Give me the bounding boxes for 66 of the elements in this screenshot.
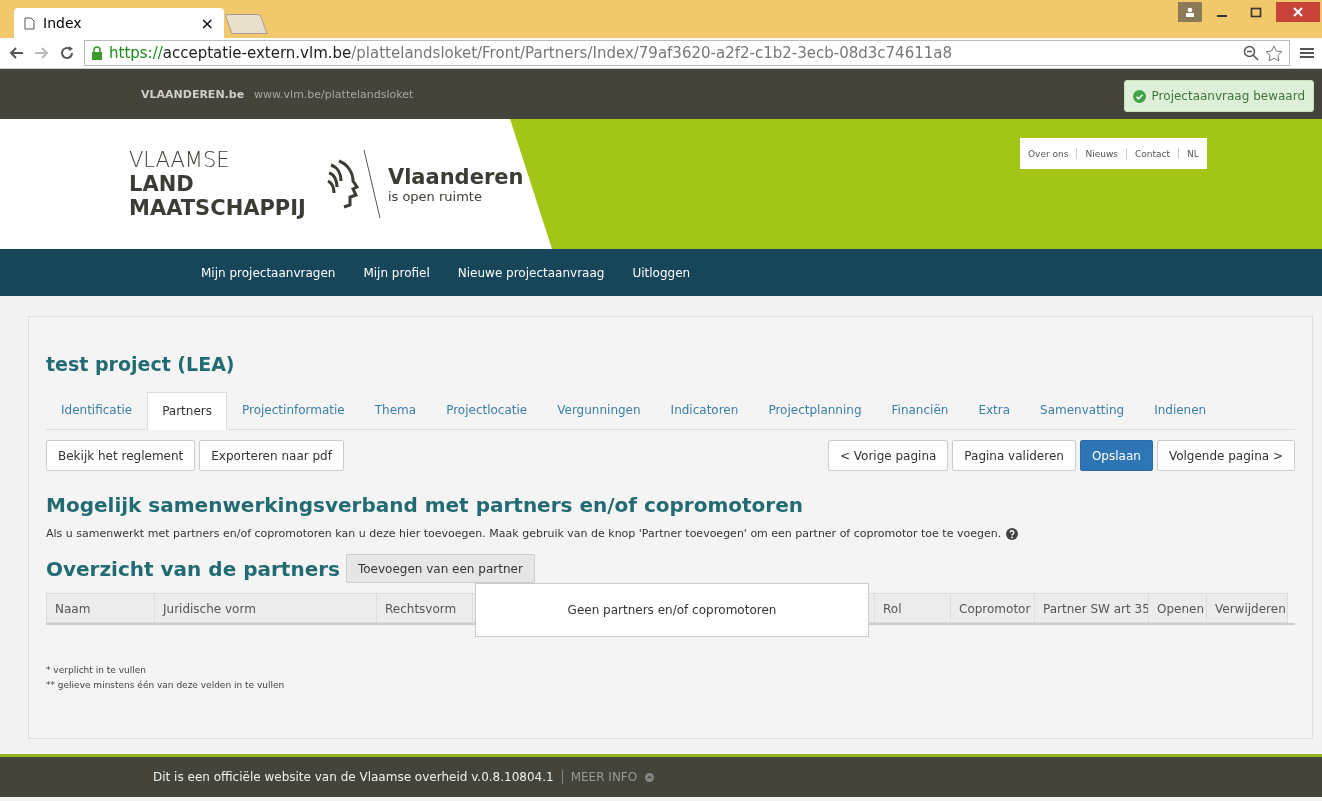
footnote: ** gelieve minstens één van deze velden in te vullen [46, 679, 286, 693]
add-partner-button[interactable]: Toevoegen van een partner [345, 554, 535, 583]
menu-icon[interactable] [1300, 46, 1314, 60]
page-button[interactable]: Volgende pagina > [1156, 440, 1295, 471]
check-circle-icon [1132, 89, 1146, 103]
tab[interactable]: Projectlocatie [431, 391, 543, 429]
column-header: Copromotor [950, 593, 1034, 623]
tab[interactable]: Vergunningen [542, 391, 656, 429]
column-header: Rol [874, 593, 950, 623]
column-header: Verwijderen [1206, 593, 1288, 623]
tagline: is open ruimte [387, 188, 483, 204]
tab[interactable]: Identificatie [46, 391, 148, 429]
nav-link[interactable]: Nieuwe projectaanvraag [457, 265, 605, 280]
footer-text: Dit is een officiële website van de Vlaamse overheid v.0.8.10804.1 [153, 770, 554, 784]
browser-tab[interactable]: Index × [14, 8, 224, 38]
chevron-up-icon[interactable] [645, 772, 655, 782]
vlm-logo[interactable]: VLAAMSE LAND MAATSCHAPPIJ [129, 147, 306, 221]
action-button[interactable]: Bekijk het reglement [46, 440, 196, 471]
utility-link[interactable]: Nieuws [1085, 148, 1118, 159]
reload-icon[interactable] [60, 46, 74, 60]
close-icon[interactable] [1276, 2, 1320, 22]
tab[interactable]: Financiën [876, 391, 964, 429]
column-header: Openen [1148, 593, 1206, 623]
utility-link[interactable]: Contact [1134, 148, 1170, 159]
nav-link[interactable]: Mijn profiel [363, 265, 430, 280]
help-icon[interactable] [1006, 527, 1019, 540]
back-icon[interactable] [8, 46, 24, 60]
zoom-icon[interactable] [1243, 45, 1259, 61]
tab[interactable]: Indienen [1139, 391, 1222, 429]
brand-link[interactable]: VLAANDEREN.be [141, 87, 245, 101]
column-header: Naam [46, 593, 154, 623]
page-button[interactable]: Pagina valideren [952, 440, 1076, 471]
tab[interactable]: Projectinformatie [227, 391, 360, 429]
toast-message: Projectaanvraag bewaard [1151, 89, 1305, 103]
user-icon[interactable] [1178, 2, 1202, 22]
action-button[interactable]: Exporteren naar pdf [199, 440, 344, 471]
url-field[interactable]: https://acceptatie-extern.vlm.be/plattelandsloket/Front/Partners/Index/79af3620-a2f2-c1b2-3ecb-08d3c74611a8 [84, 40, 1290, 66]
column-header: Juridische vorm [154, 593, 376, 623]
site-link[interactable]: www.vlm.be/plattelandsloket [254, 87, 414, 101]
footnote: * verplicht in te vullen [46, 664, 147, 677]
section-title: Mogelijk samenwerkingsverband met partners en/of copromotoren [46, 493, 804, 517]
page-button[interactable]: < Vorige pagina [827, 440, 949, 471]
empty-message: Geen partners en/of copromotoren [567, 603, 777, 617]
star-icon[interactable] [1265, 44, 1283, 62]
lock-icon [91, 46, 103, 60]
utility-link[interactable]: NL [1186, 148, 1199, 159]
page-icon [24, 16, 35, 30]
nav-link[interactable]: Mijn projectaanvragen [201, 265, 336, 280]
project-title: test project (LEA) [46, 353, 236, 375]
section-description: Als u samenwerkt met partners en/of copromotoren kan u deze hier toevoegen. Maak gebruik van de knop 'Partner toevoegen' om een partner of copromotor toe te voegen. [46, 527, 1002, 540]
lion-icon [325, 159, 360, 209]
tab[interactable]: Thema [359, 391, 432, 429]
overview-title: Overzicht van de partners [46, 556, 340, 581]
tab[interactable]: Projectplanning [753, 391, 877, 429]
vlaanderen-logo-text: Vlaanderen [387, 164, 524, 189]
column-header: Rechtsvorm [376, 593, 472, 623]
tab[interactable]: Partners [147, 392, 227, 430]
tab-title: Index [43, 15, 83, 31]
tab[interactable]: Extra [963, 391, 1026, 429]
tab[interactable]: Indicatoren [655, 391, 754, 429]
divider-line [361, 149, 382, 219]
tab[interactable]: Samenvatting [1025, 391, 1140, 429]
utility-link[interactable]: Over ons [1028, 148, 1069, 159]
page-button[interactable]: Opslaan [1079, 440, 1153, 471]
close-icon[interactable]: × [200, 13, 214, 33]
nav-link[interactable]: Uitloggen [632, 265, 691, 280]
